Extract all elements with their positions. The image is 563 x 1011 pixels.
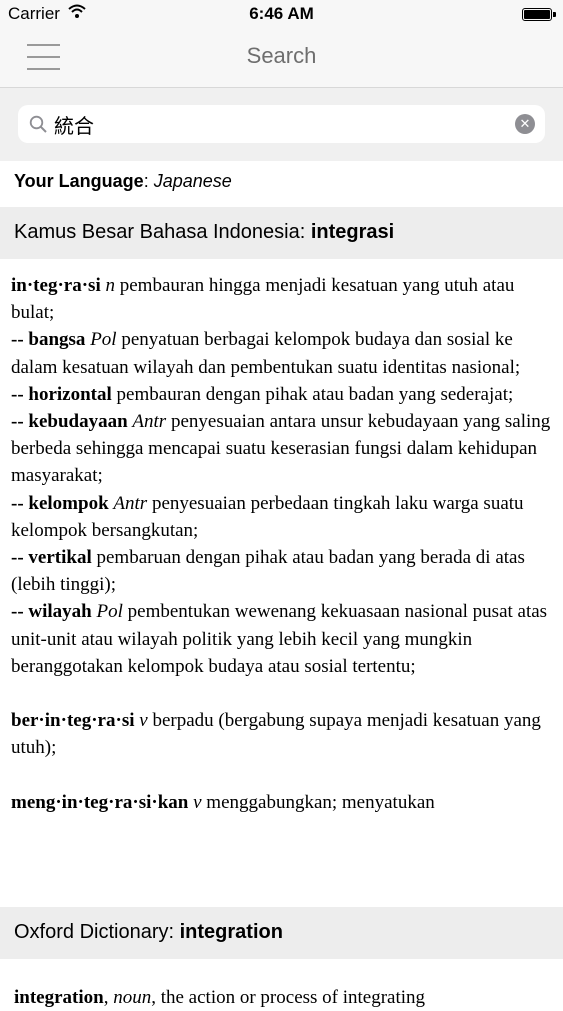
entry: -- vertikal pembaruan dengan pihak atau … <box>11 544 556 598</box>
clock: 6:46 AM <box>249 4 314 23</box>
entry: -- horizontal pembauran dengan pihak ata… <box>11 381 556 408</box>
entry-head: -- kelompok <box>11 492 109 514</box>
language-value: Japanese <box>153 171 232 191</box>
entry-pos: Antr <box>113 492 148 514</box>
entry-pos: noun <box>113 987 152 1008</box>
entry-spacer <box>11 762 556 789</box>
page-title: Search <box>246 43 317 68</box>
entry-text: the action or process of integrating <box>160 987 426 1008</box>
clear-icon[interactable]: ✕ <box>515 114 535 134</box>
kbbi-section-header: Kamus Besar Bahasa Indonesia: integrasi <box>0 207 563 259</box>
entry-pos: n <box>105 275 115 296</box>
entry: -- bangsa Pol penyatuan berbagai kelompo… <box>11 326 556 380</box>
entry-text: penyatuan berbagai kelompok budaya dan s… <box>11 329 521 378</box>
entry-spacer <box>11 680 556 707</box>
entry-pos: v <box>139 710 148 732</box>
entry-head: -- vertikal <box>11 547 92 569</box>
language-row: Your Language: Japanese <box>14 171 232 192</box>
search-input[interactable] <box>54 110 494 138</box>
entry-pos: v <box>193 791 202 813</box>
battery-fill <box>524 10 550 19</box>
oxford-section-header: Oxford Dictionary: integration <box>0 907 563 959</box>
entry-text: menggabungkan; menyatukan <box>206 791 435 813</box>
entry-head: -- kebudayaan <box>11 411 128 433</box>
search-icon <box>29 115 47 133</box>
kbbi-source: Kamus Besar Bahasa Indonesia: <box>14 221 311 243</box>
entry-pos: Pol <box>90 329 117 351</box>
derived-entry: ber·in·teg·ra·si v berpadu (bergabung su… <box>11 707 556 761</box>
entry-head: in·teg·ra·si <box>11 275 101 296</box>
entry-head: meng·in·teg·ra·si·kan <box>11 791 189 813</box>
battery-nub <box>553 12 556 17</box>
derived-entry: meng·in·teg·ra·si·kan v menggabungkan; m… <box>11 789 556 816</box>
entry-pos: Antr <box>132 411 167 433</box>
entry-head: integration <box>14 987 104 1008</box>
entry: -- kebudayaan Antr penyesuaian antara un… <box>11 408 556 490</box>
battery-icon <box>522 8 556 21</box>
entry-head: -- horizontal <box>11 383 112 405</box>
entry-text: pembentukan wewenang kekuasaan nasional … <box>11 601 548 677</box>
oxford-header-label: Oxford Dictionary: integration <box>14 921 283 944</box>
language-separator: : <box>143 171 154 191</box>
oxford-source: Oxford Dictionary: <box>14 921 180 943</box>
oxford-term: integration <box>179 921 283 943</box>
kbbi-header-label: Kamus Besar Bahasa Indonesia: integrasi <box>14 221 394 244</box>
entry-text: pembauran dengan pihak atau badan yang s… <box>116 383 514 405</box>
kbbi-term: integrasi <box>310 221 395 243</box>
kbbi-entries: in·teg·ra·si n pembauran hingga menjadi … <box>11 272 556 816</box>
entry-pos: Pol <box>96 601 123 623</box>
nav-bar: Search <box>0 30 563 88</box>
status-bar: Carrier 6:46 AM <box>0 0 563 30</box>
search-box[interactable]: ✕ <box>18 105 545 143</box>
entry: in·teg·ra·si n pembauran hingga menjadi … <box>11 272 556 326</box>
entry: -- kelompok Antr penyesuaian perbedaan t… <box>11 490 556 544</box>
entry-head: -- bangsa <box>11 329 86 351</box>
entry-head: -- wilayah <box>11 601 92 623</box>
entry-head: ber·in·teg·ra·si <box>11 710 135 732</box>
entry: -- wilayah Pol pembentukan wewenang keku… <box>11 598 556 680</box>
oxford-entry: integration, noun, the action or process… <box>14 987 426 1008</box>
search-bar-container: ✕ <box>0 88 563 161</box>
language-label: Your Language <box>14 171 144 191</box>
